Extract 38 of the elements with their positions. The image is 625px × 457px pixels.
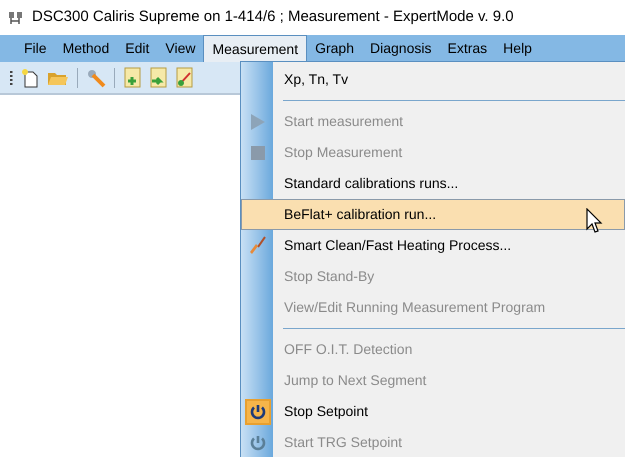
brush-icon (249, 236, 267, 256)
menu-entry-label: Start TRG Setpoint (284, 433, 402, 452)
menu-entry-label: OFF O.I.T. Detection (284, 340, 412, 359)
menu-entry-label: Stop Setpoint (284, 402, 368, 421)
app-icon (8, 10, 24, 24)
menu-item[interactable]: Edit (117, 35, 158, 62)
menu-entry-label: BeFlat+ calibration run... (284, 205, 436, 224)
new-file-icon[interactable] (21, 68, 39, 88)
menu-entry[interactable]: Stop Setpoint (241, 396, 625, 427)
menu-item[interactable]: Extras (439, 35, 496, 62)
menu-entry[interactable]: BeFlat+ calibration run... (241, 199, 625, 230)
wrench-icon[interactable] (86, 68, 106, 88)
menu-item[interactable]: View (157, 35, 204, 62)
menu-entry-label: Stop Measurement (284, 143, 402, 162)
menu-entry-label: Smart Clean/Fast Heating Process... (284, 236, 512, 255)
add-document-icon[interactable] (123, 66, 141, 88)
menu-entry-label: Xp, Tn, Tv (284, 70, 348, 89)
menu-item[interactable]: Diagnosis (362, 35, 440, 62)
mouse-pointer-icon (586, 208, 603, 234)
menu-entry-label: Jump to Next Segment (284, 371, 426, 390)
menu-entry[interactable]: Standard calibrations runs... (241, 168, 625, 199)
menu-entry-label: View/Edit Running Measurement Program (284, 298, 546, 317)
menu-item[interactable]: File (16, 35, 55, 62)
menu-entry-label: Standard calibrations runs... (284, 174, 458, 193)
play-icon (250, 112, 266, 130)
grip-icon (10, 70, 13, 86)
menu-item[interactable]: Graph (307, 35, 362, 62)
forward-document-icon[interactable] (149, 66, 167, 88)
edit-document-icon[interactable] (175, 66, 193, 88)
stop-icon (250, 144, 266, 160)
menu-item[interactable]: Measurement (203, 35, 308, 62)
menu-entry-label: Start measurement (284, 112, 404, 131)
menu-entry[interactable]: Xp, Tn, Tv (241, 64, 625, 95)
menu-item[interactable]: Help (495, 35, 540, 62)
window-title: DSC300 Caliris Supreme on 1-414/6 ; Measurement - ExpertMode v. 9.0 (32, 7, 514, 28)
menu-entry[interactable]: Smart Clean/Fast Heating Process... (241, 230, 625, 261)
menu-entry-label: Stop Stand-By (284, 267, 374, 286)
menu-item[interactable]: Method (54, 35, 118, 62)
